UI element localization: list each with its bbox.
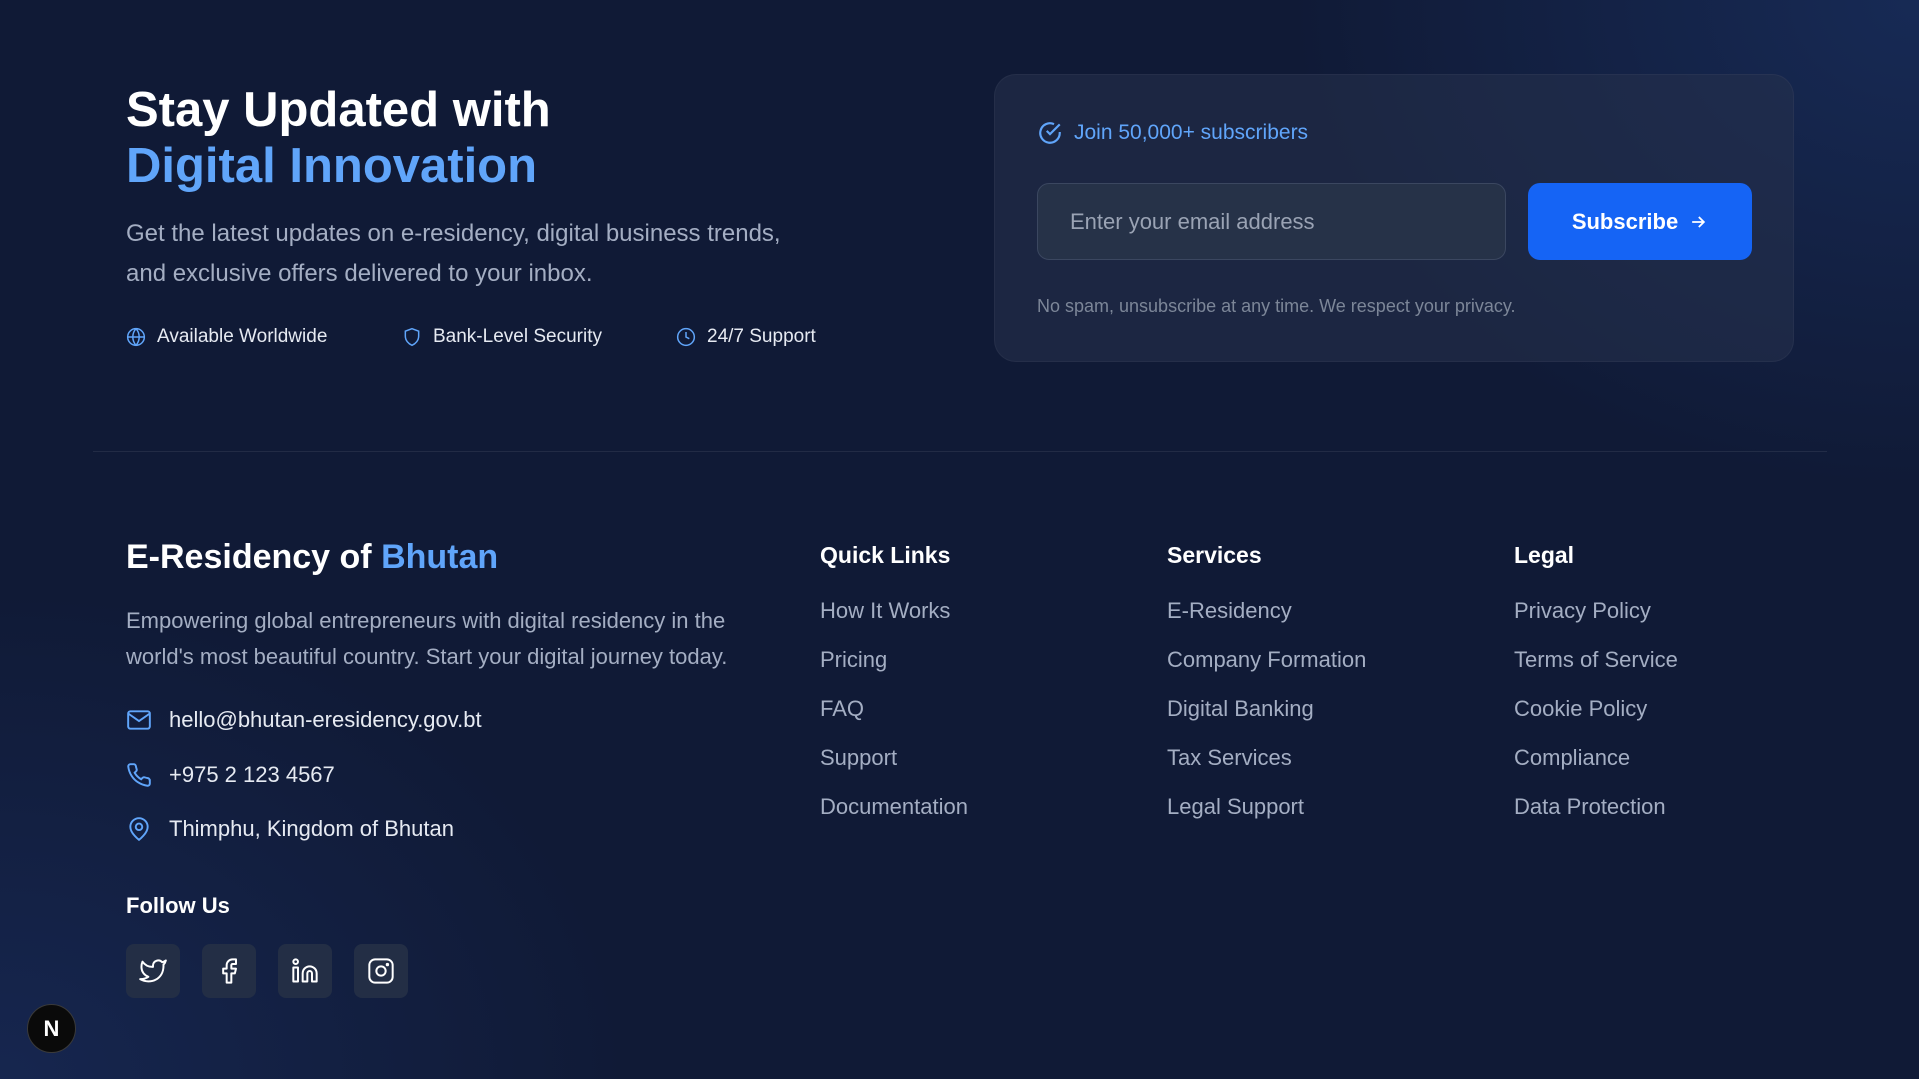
legal-column: Legal Privacy Policy Terms of Service Co… — [1514, 542, 1678, 844]
subscriber-badge: Join 50,000+ subscribers — [1037, 120, 1308, 146]
link-privacy-policy[interactable]: Privacy Policy — [1514, 599, 1678, 648]
divider — [93, 451, 1827, 452]
link-data-protection[interactable]: Data Protection — [1514, 795, 1678, 844]
email-input[interactable] — [1037, 183, 1506, 260]
brand-accent: Bhutan — [381, 538, 499, 576]
link-compliance[interactable]: Compliance — [1514, 746, 1678, 795]
column-heading: Quick Links — [820, 542, 951, 568]
link-legal-support[interactable]: Legal Support — [1167, 795, 1366, 844]
subscribe-button[interactable]: Subscribe — [1528, 183, 1752, 260]
contact-phone-text: +975 2 123 4567 — [169, 762, 335, 787]
twitter-icon — [139, 959, 167, 983]
instagram-icon — [368, 958, 394, 984]
link-documentation[interactable]: Documentation — [820, 795, 968, 844]
instagram-link[interactable] — [354, 944, 408, 998]
link-tax-services[interactable]: Tax Services — [1167, 746, 1366, 795]
feature-security: Bank-Level Security — [402, 326, 676, 348]
feature-list: Available Worldwide Bank-Level Security … — [126, 326, 816, 348]
globe-icon — [126, 327, 146, 347]
facebook-link[interactable] — [202, 944, 256, 998]
contact-email-text: hello@bhutan-eresidency.gov.bt — [169, 707, 482, 732]
services-column: Services E-Residency Company Formation D… — [1167, 542, 1366, 844]
facebook-icon — [222, 958, 237, 984]
follow-heading: Follow Us — [126, 893, 230, 918]
social-links — [126, 944, 408, 998]
contact-email[interactable]: hello@bhutan-eresidency.gov.bt — [126, 707, 482, 733]
feature-label: Bank-Level Security — [433, 326, 602, 347]
link-faq[interactable]: FAQ — [820, 697, 968, 746]
subscribe-label: Subscribe — [1571, 208, 1679, 234]
column-heading: Services — [1167, 542, 1262, 568]
mail-icon — [127, 710, 151, 730]
feature-support: 24/7 Support — [676, 326, 816, 348]
link-e-residency[interactable]: E-Residency — [1167, 599, 1366, 648]
phone-icon — [127, 763, 151, 787]
linkedin-link[interactable] — [278, 944, 332, 998]
twitter-link[interactable] — [126, 944, 180, 998]
brand-prefix: E-Residency of — [126, 538, 382, 576]
hero-description: Get the latest updates on e-residency, d… — [126, 220, 781, 287]
link-support[interactable]: Support — [820, 746, 968, 795]
link-digital-banking[interactable]: Digital Banking — [1167, 697, 1366, 746]
linkedin-icon — [292, 958, 318, 983]
hero-title-line2: Digital Innovation — [126, 139, 538, 193]
hero-title-line1: Stay Updated with — [126, 83, 551, 137]
clock-icon — [676, 327, 696, 347]
contact-phone[interactable]: +975 2 123 4567 — [126, 762, 335, 788]
privacy-note: No spam, unsubscribe at any time. We res… — [1037, 296, 1516, 316]
hero-title: Stay Updated with Digital Innovation — [126, 82, 551, 194]
map-pin-icon — [129, 817, 149, 842]
link-terms-of-service[interactable]: Terms of Service — [1514, 648, 1678, 697]
link-pricing[interactable]: Pricing — [820, 648, 968, 697]
quick-links-column: Quick Links How It Works Pricing FAQ Sup… — [820, 542, 968, 844]
footer-description: Empowering global entrepreneurs with dig… — [126, 608, 728, 669]
check-circle-icon — [1039, 122, 1061, 144]
column-heading: Legal — [1514, 542, 1575, 568]
feature-label: 24/7 Support — [707, 326, 816, 347]
feature-worldwide: Available Worldwide — [126, 326, 402, 348]
contact-address: Thimphu, Kingdom of Bhutan — [126, 816, 454, 842]
link-cookie-policy[interactable]: Cookie Policy — [1514, 697, 1678, 746]
shield-icon — [404, 327, 420, 347]
subscriber-badge-label: Join 50,000+ subscribers — [1074, 121, 1309, 144]
link-how-it-works[interactable]: How It Works — [820, 599, 968, 648]
arrow-right-icon — [1692, 215, 1706, 228]
dev-tools-badge[interactable]: N — [27, 1004, 76, 1053]
footer-brand: E-Residency of Bhutan — [126, 538, 498, 577]
feature-label: Available Worldwide — [157, 326, 328, 347]
contact-address-text: Thimphu, Kingdom of Bhutan — [169, 816, 454, 841]
link-company-formation[interactable]: Company Formation — [1167, 648, 1366, 697]
